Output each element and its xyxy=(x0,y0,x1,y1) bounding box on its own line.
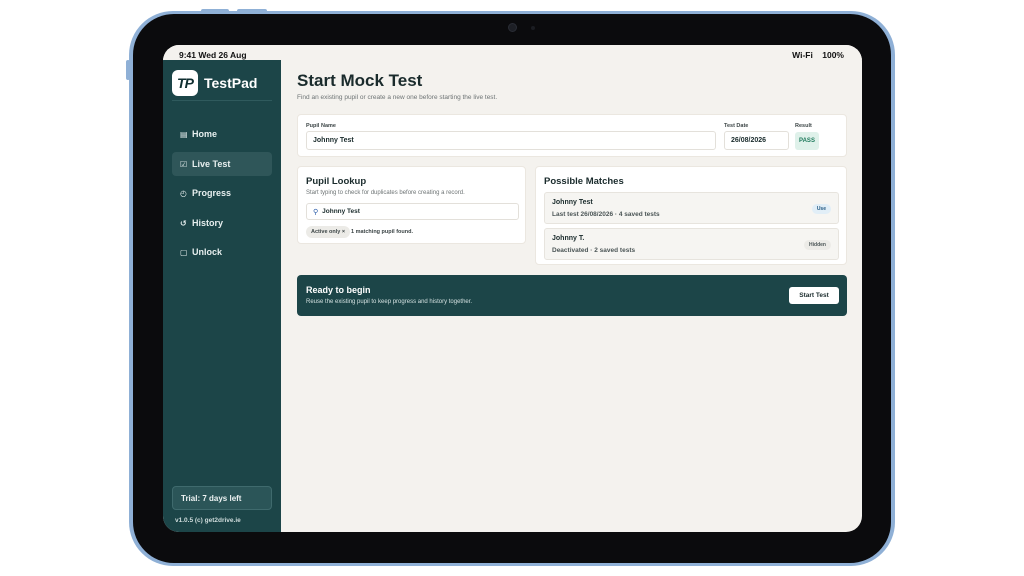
status-time: 9:41 Wed 26 Aug xyxy=(179,50,247,60)
pupil-search-input[interactable]: ⚲ Johnny Test xyxy=(306,203,519,220)
checkbox-icon: ☑ xyxy=(180,159,188,169)
list-item[interactable]: Johnny Test Last test 26/08/2026 · 4 sav… xyxy=(544,192,839,224)
sidebar-item-progress[interactable]: ◴ Progress xyxy=(172,181,272,205)
lookup-subtitle: Start typing to check for duplicates bef… xyxy=(306,190,465,196)
app-name: TestPad xyxy=(204,75,258,91)
square-icon: ▢ xyxy=(180,247,188,257)
volume-button xyxy=(201,9,229,13)
status-right: Wi-Fi 100% xyxy=(792,50,844,60)
search-icon: ⚲ xyxy=(313,208,319,216)
pupil-name-input[interactable]: Johnny Test xyxy=(306,131,716,150)
hidden-badge: Hidden xyxy=(804,240,831,250)
sidebar-item-label: Live Test xyxy=(192,159,231,169)
battery-label: 100% xyxy=(822,50,844,60)
result-label: Result xyxy=(795,123,812,129)
match-count-text: 1 matching pupil found. xyxy=(351,229,414,235)
status-bar: 9:41 Wed 26 Aug Wi-Fi 100% xyxy=(163,45,862,60)
divider xyxy=(172,100,272,101)
start-test-button[interactable]: Start Test xyxy=(789,287,839,304)
sidebar-item-history[interactable]: ↺ History xyxy=(172,211,272,235)
list-icon: ▤ xyxy=(180,129,188,139)
use-button[interactable]: Use xyxy=(811,204,831,214)
version-text: v1.0.5 (c) get2drive.ie xyxy=(175,517,241,524)
page-subtitle: Find an existing pupil or create a new o… xyxy=(297,94,498,101)
trial-button[interactable]: Trial: 7 days left xyxy=(172,486,272,510)
sidebar-item-label: Progress xyxy=(192,188,232,198)
clock-icon: ◴ xyxy=(180,188,187,198)
pupil-name-label: Pupil Name xyxy=(306,123,336,129)
wifi-label: Wi-Fi xyxy=(792,50,813,60)
sidebar-item-live-test[interactable]: ☑ Live Test xyxy=(172,152,272,176)
match-name: Johnny Test xyxy=(552,199,593,206)
ready-subtitle: Reuse the existing pupil to keep progres… xyxy=(306,299,473,305)
sidebar: TP TestPad ▤ Home ☑ Live Test ◴ Progress… xyxy=(163,60,281,532)
possible-matches-card: Possible Matches Johnny Test Last test 2… xyxy=(535,166,847,265)
ready-title: Ready to begin xyxy=(306,285,371,295)
pupil-details-card: Pupil Name Johnny Test Test Date 26/08/2… xyxy=(297,114,847,157)
sidebar-item-label: Home xyxy=(192,129,218,139)
pupil-lookup-card: Pupil Lookup Start typing to check for d… xyxy=(297,166,526,244)
camera-icon xyxy=(508,23,517,32)
test-date-input[interactable]: 26/08/2026 xyxy=(724,131,789,150)
lookup-title: Pupil Lookup xyxy=(306,176,367,187)
sidebar-item-unlock[interactable]: ▢ Unlock xyxy=(172,240,272,264)
match-meta: Last test 26/08/2026 · 4 saved tests xyxy=(552,211,660,218)
match-name: Johnny T. xyxy=(552,235,585,242)
power-button xyxy=(126,60,130,80)
ready-banner: Ready to begin Reuse the existing pupil … xyxy=(297,275,847,316)
sidebar-item-home[interactable]: ▤ Home xyxy=(172,122,272,146)
test-date-label: Test Date xyxy=(724,123,749,129)
brand[interactable]: TP TestPad xyxy=(172,69,257,97)
sidebar-item-label: History xyxy=(192,218,224,228)
result-pass-badge[interactable]: PASS xyxy=(795,132,819,150)
active-only-filter-chip[interactable]: Active only × xyxy=(306,226,351,238)
volume-button xyxy=(237,9,267,13)
list-item[interactable]: Johnny T. Deactivated · 2 saved tests Hi… xyxy=(544,228,839,260)
app-logo: TP xyxy=(172,70,198,96)
page-title: Start Mock Test xyxy=(297,71,423,90)
sensor-dot xyxy=(531,26,535,30)
matches-title: Possible Matches xyxy=(544,176,624,187)
sidebar-item-label: Unlock xyxy=(192,247,223,257)
match-meta: Deactivated · 2 saved tests xyxy=(552,247,636,254)
search-value: Johnny Test xyxy=(322,208,360,215)
history-icon: ↺ xyxy=(180,218,187,228)
main-content: Start Mock Test Find an existing pupil o… xyxy=(281,60,862,532)
screen: 9:41 Wed 26 Aug Wi-Fi 100% TP TestPad ▤ … xyxy=(163,45,862,532)
